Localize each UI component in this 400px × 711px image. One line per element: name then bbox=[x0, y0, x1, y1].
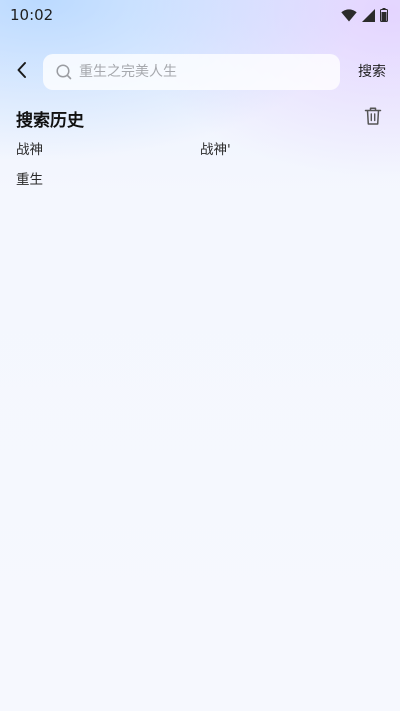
status-icons bbox=[341, 8, 388, 22]
back-button[interactable] bbox=[10, 60, 34, 84]
status-time: 10:02 bbox=[10, 6, 54, 24]
battery-icon bbox=[380, 8, 388, 22]
search-row: 搜索 bbox=[0, 52, 400, 92]
search-box[interactable] bbox=[43, 54, 340, 90]
chevron-left-icon bbox=[15, 61, 29, 83]
search-input[interactable] bbox=[79, 54, 340, 90]
cell-signal-icon bbox=[362, 8, 375, 22]
trash-icon bbox=[364, 106, 382, 130]
history-title: 搜索历史 bbox=[16, 110, 84, 131]
history-list: 战神 战神' 重生 bbox=[16, 141, 384, 190]
history-item[interactable]: 战神 bbox=[16, 141, 200, 160]
status-bar: 10:02 bbox=[0, 0, 400, 30]
wifi-icon bbox=[341, 8, 357, 22]
history-item[interactable]: 重生 bbox=[16, 171, 200, 190]
search-button[interactable]: 搜索 bbox=[358, 63, 386, 81]
history-header: 搜索历史 bbox=[16, 106, 384, 131]
clear-history-button[interactable] bbox=[362, 107, 384, 129]
history-item[interactable]: 战神' bbox=[200, 141, 384, 160]
search-icon bbox=[55, 63, 73, 81]
